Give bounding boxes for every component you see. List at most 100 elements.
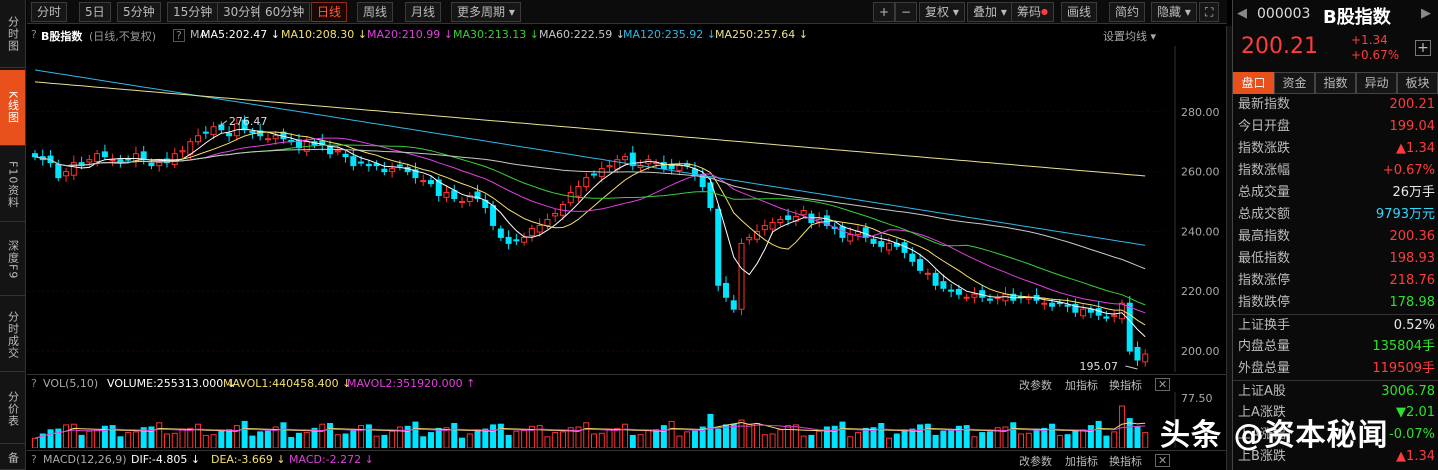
tool-1-button[interactable]: − <box>895 2 918 22</box>
volume-bar <box>629 434 636 448</box>
nav-item-5[interactable]: 分价表 <box>0 374 25 444</box>
help-icon[interactable]: ? <box>31 28 37 41</box>
tool-0-button[interactable]: + <box>873 2 896 22</box>
period-9-button[interactable]: 更多周期 ▾ <box>451 2 521 22</box>
candle <box>350 156 357 167</box>
candle <box>1049 302 1056 307</box>
volume-bar <box>583 422 590 448</box>
candle <box>777 218 784 223</box>
candle <box>668 164 675 170</box>
volume-info-bar: ? VOL(5,10) VOLUME:255313.000 ↓ MAVOL1:4404… <box>27 374 1227 392</box>
volume-bar <box>117 436 124 448</box>
candle <box>109 159 116 162</box>
volume-bar <box>1033 428 1040 448</box>
candle <box>264 138 271 141</box>
period-5-button[interactable]: 60分钟 <box>259 2 311 22</box>
tab-1[interactable]: 资金 <box>1274 72 1315 94</box>
ma-value-1: MA10:208.30 ↓ <box>281 28 367 41</box>
nav-item-1[interactable]: K线图 <box>0 70 25 146</box>
candle <box>427 180 434 185</box>
vol_info-action-2-button[interactable]: 换指标 <box>1109 377 1142 393</box>
volume-bar <box>334 434 341 448</box>
macd_info-action-2-button[interactable]: 换指标 <box>1109 453 1142 469</box>
tool-2-button[interactable]: 复权 ▾ <box>919 2 965 22</box>
volume-bar <box>986 431 993 448</box>
ma-help-icon[interactable]: ? <box>173 29 185 42</box>
quote-pct: +0.67% <box>1351 48 1400 62</box>
volume-bar <box>924 423 931 448</box>
nav-item-2[interactable]: F10资料 <box>0 148 25 222</box>
period-6-button[interactable]: 日线 <box>311 2 348 22</box>
forward-arrow-icon[interactable]: ▶ <box>1421 6 1431 21</box>
volume-bar <box>769 433 776 448</box>
volume-bar <box>979 432 986 448</box>
nav-item-6[interactable]: 备 <box>0 446 25 470</box>
period-2-button[interactable]: 5分钟 <box>117 2 161 22</box>
period-7-button[interactable]: 周线 <box>357 2 394 22</box>
tab-3[interactable]: 异动 <box>1356 72 1397 94</box>
tool-4-button[interactable]: 筹码● <box>1011 2 1054 22</box>
nav-item-3[interactable]: 深度F9 <box>0 224 25 296</box>
tab-4[interactable]: 板块 <box>1397 72 1438 94</box>
stat-value: 199.04 <box>1389 119 1436 134</box>
candle <box>761 224 768 231</box>
volume-bar <box>1142 432 1149 448</box>
toolbar: 分时 5日 5分钟 15分钟 30分钟 60分钟 日线 周线 月线 更多周期 ▾ + − 复权 ▾ 叠加 … <box>27 0 1227 24</box>
stat-value: 200.36 <box>1389 229 1436 244</box>
period-8-button[interactable]: 月线 <box>405 2 442 22</box>
fullscreen-icon[interactable]: ⛶ <box>1199 2 1220 22</box>
back-arrow-icon[interactable]: ◀ <box>1237 6 1247 21</box>
volume-chart[interactable]: 77.50 <box>27 392 1227 448</box>
stat-row-9: 指数跌停 178.98 <box>1233 292 1438 314</box>
macd_info-close-icon[interactable]: ✕ <box>1155 454 1171 467</box>
add-watchlist-icon[interactable]: + <box>1415 40 1431 56</box>
volume-bar <box>521 430 528 448</box>
nav-item-0[interactable]: 分时图 <box>0 0 25 68</box>
volume-bar <box>257 431 264 448</box>
candle <box>785 215 792 220</box>
period-1-button[interactable]: 5日 <box>79 2 111 22</box>
mavol2-line <box>34 424 1146 439</box>
stat-row-7: 最低指数 198.93 <box>1233 248 1438 270</box>
period-0-button[interactable]: 分时 <box>31 2 68 22</box>
volume-bar <box>482 428 489 448</box>
vol_info-action-0-button[interactable]: 改参数 <box>1019 377 1052 393</box>
period-3-button[interactable]: 15分钟 <box>167 2 219 22</box>
macd_info-action-1-button[interactable]: 加指标 <box>1065 453 1098 469</box>
volume-bar <box>1010 422 1017 448</box>
macd_info-help-icon[interactable]: ? <box>31 453 37 466</box>
volume-bar <box>373 435 380 448</box>
vol_info-action-1-button[interactable]: 加指标 <box>1065 377 1098 393</box>
ma-info-bar: ? B股指数 (日线,不复权) ? MA MA5:202.47 ↓ MA10:20… <box>27 26 1227 44</box>
vol_info-close-icon[interactable]: ✕ <box>1155 378 1171 391</box>
y-tick-label: 200.00 <box>1181 345 1220 358</box>
volume-bar <box>893 433 900 448</box>
candle <box>396 164 403 167</box>
volume-bar <box>971 436 978 448</box>
vol_info-help-icon[interactable]: ? <box>31 377 37 390</box>
stat-row-10: 上证换手 0.52% <box>1233 314 1438 336</box>
main-kline-chart[interactable]: 280.00 260.00 240.00 220.00 200.00 276.47 195.… <box>27 46 1227 372</box>
tool-7-button[interactable]: 隐藏 ▾ <box>1151 2 1197 22</box>
tool-3-button[interactable]: 叠加 ▾ <box>967 2 1013 22</box>
candle <box>32 153 38 158</box>
candle <box>575 186 582 197</box>
nav-item-4[interactable]: 分时成交 <box>0 298 25 372</box>
macd_info-label: MACD(12,26,9) <box>43 453 127 466</box>
tab-0[interactable]: 盘口 <box>1233 72 1274 94</box>
tool-5-button[interactable]: 画线 <box>1061 2 1098 22</box>
tab-2[interactable]: 指数 <box>1315 72 1356 94</box>
candle <box>971 293 978 298</box>
low-label: 195.07 <box>1079 360 1118 372</box>
candle <box>544 218 551 226</box>
candle <box>955 288 962 295</box>
tool-6-button[interactable]: 简约 <box>1109 2 1146 22</box>
candle <box>125 158 132 161</box>
ma-settings-button[interactable]: 设置均线 ▾ <box>1103 28 1156 44</box>
macd_info-action-0-button[interactable]: 改参数 <box>1019 453 1052 469</box>
volume-bar <box>1025 432 1032 448</box>
ma-value-5: MA120:235.92 ↓ <box>623 28 716 41</box>
candle <box>358 161 365 164</box>
vol_info-label: VOL(5,10) <box>43 377 99 390</box>
volume-bar <box>940 430 947 448</box>
